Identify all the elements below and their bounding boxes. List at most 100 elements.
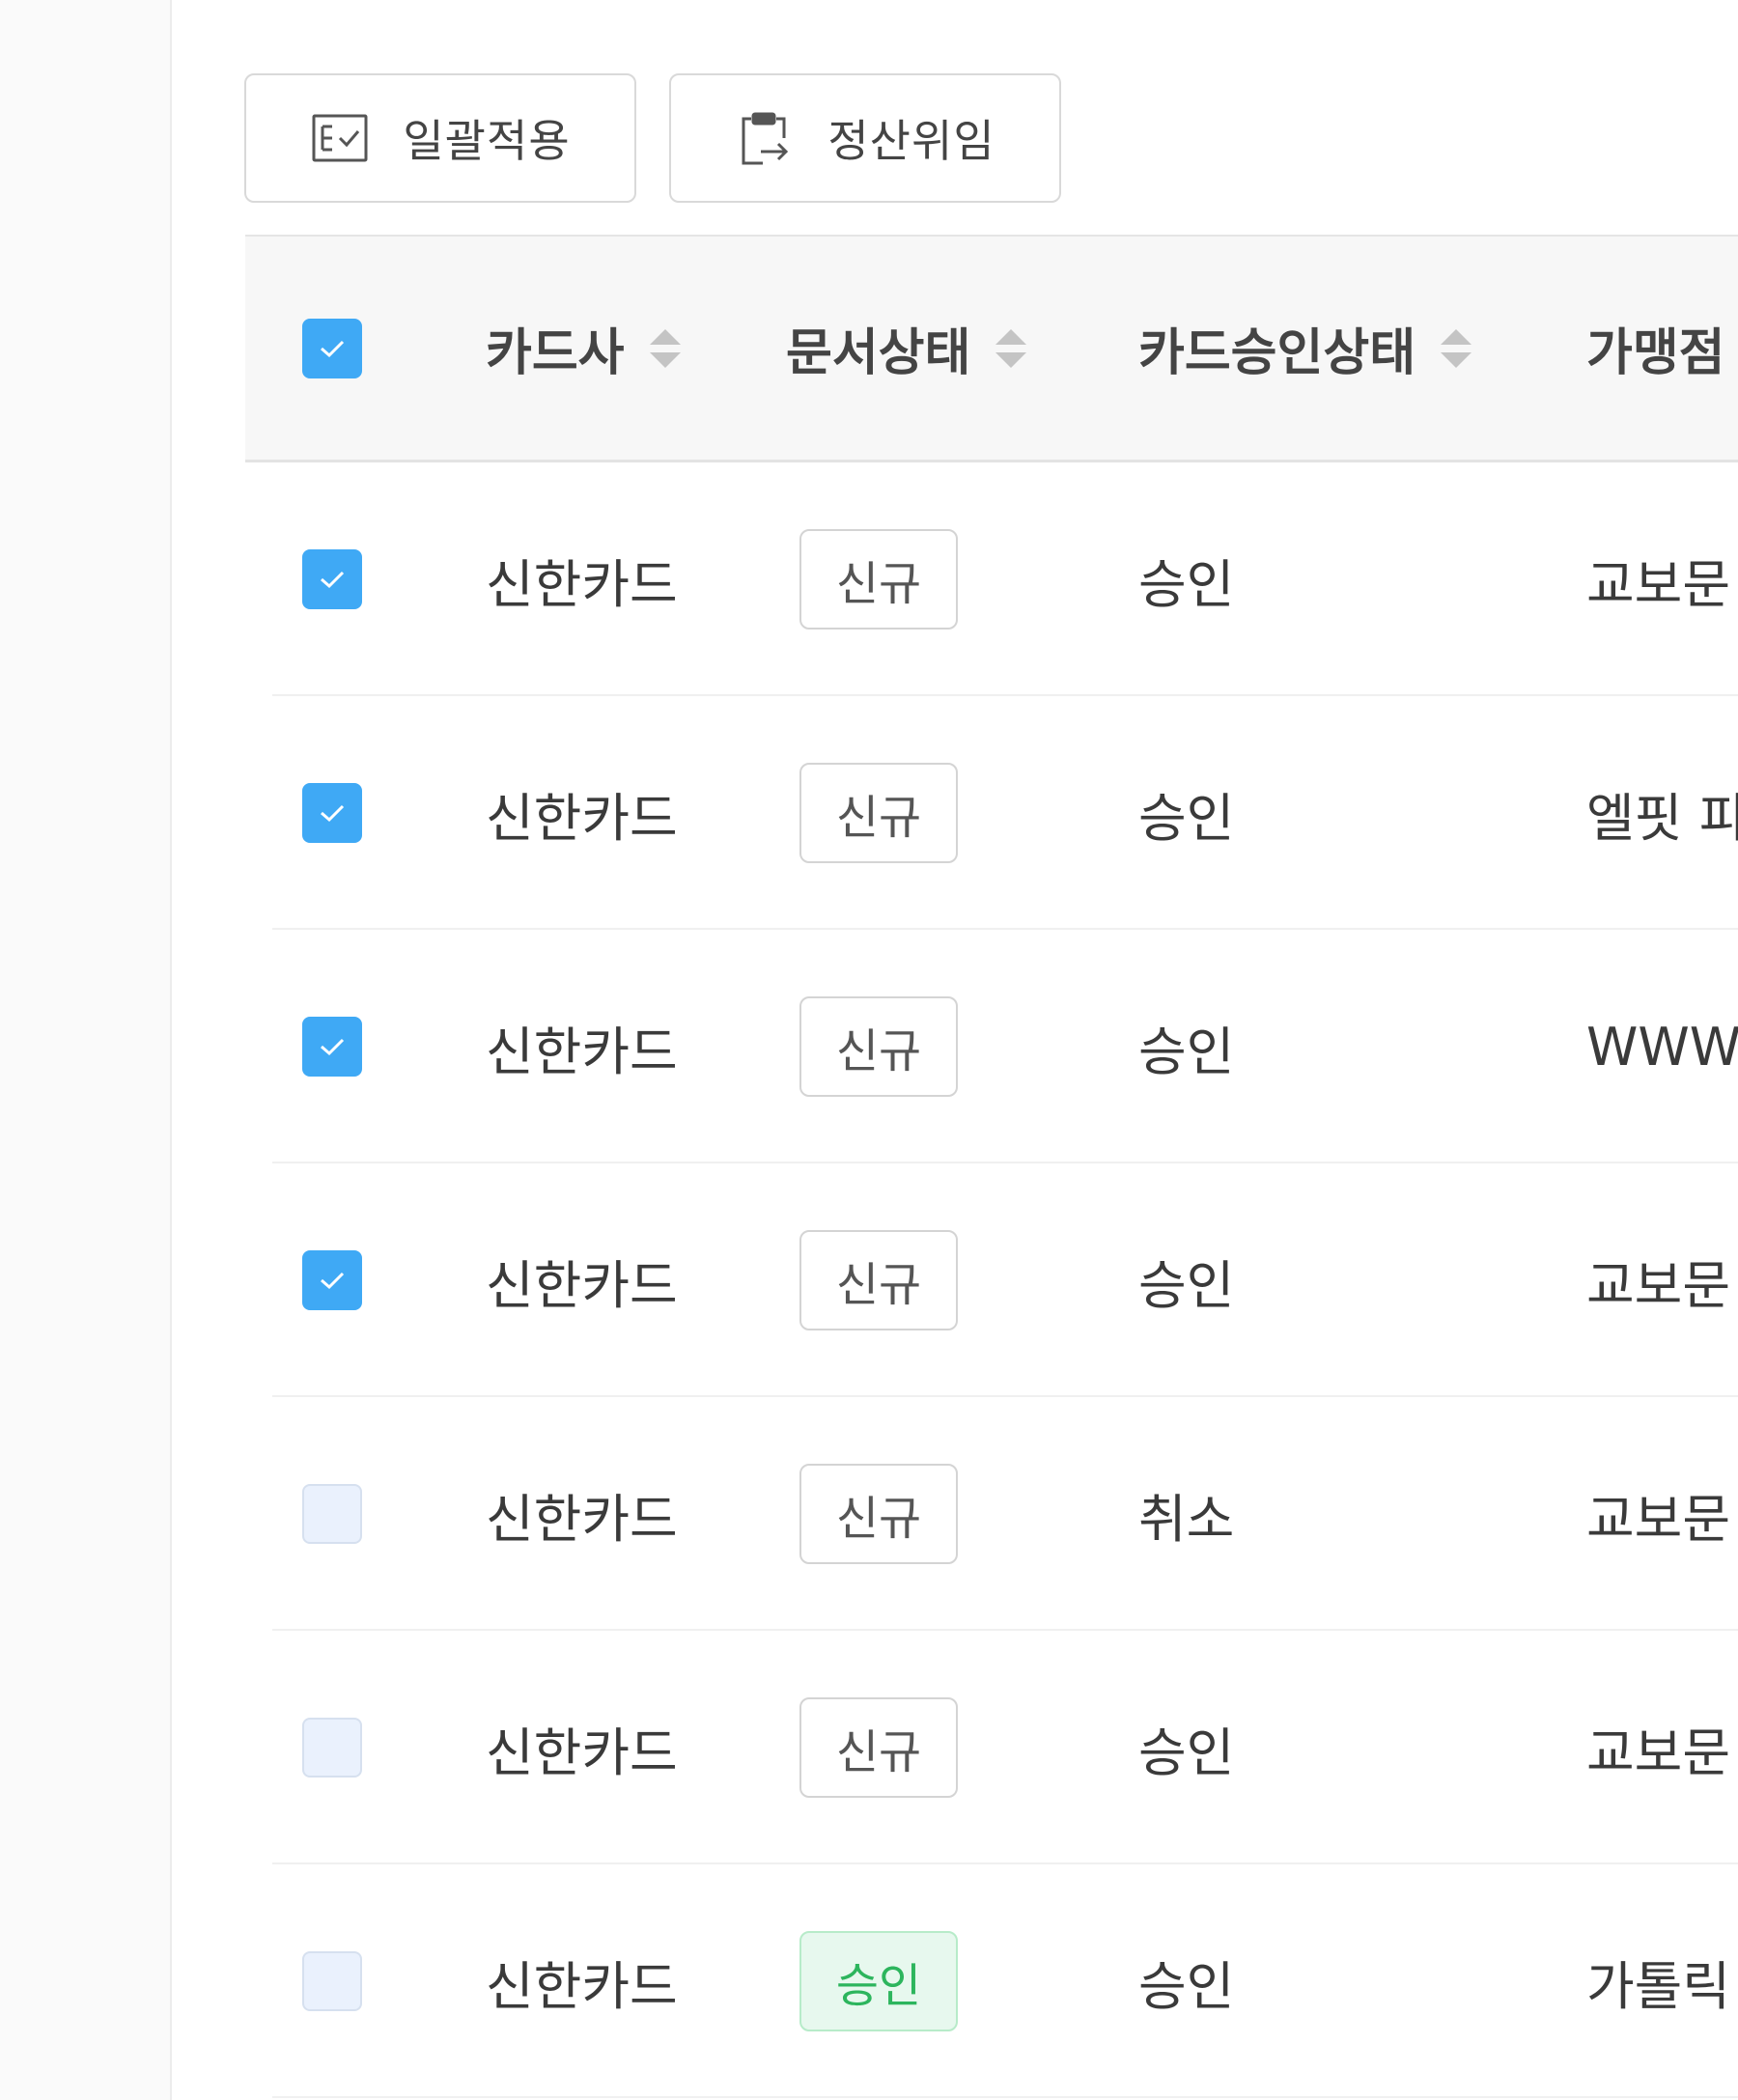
row-check-cell [245,462,394,696]
card-company: 신한카드 [486,553,678,615]
merchant-name: 교보문 [1586,1254,1731,1316]
merchant-cell: WWW [1586,930,1738,1163]
table-row[interactable]: 신한카드 신규 승인 WWW [245,930,1738,1163]
doc-status-cell: 신규 [799,696,958,930]
merchant-name: 가톨릭 [1586,1955,1731,2017]
merchant-name: 교보문 [1586,1722,1731,1783]
row-checkbox[interactable] [302,1718,362,1778]
doc-status-badge: 신규 [799,763,958,863]
doc-status-badge: 신규 [799,1230,958,1330]
card-company: 신한카드 [486,1955,678,2017]
approval-status: 승인 [1138,787,1235,849]
card-company-cell: 신한카드 [486,1397,678,1631]
doc-status-cell: 신규 [799,930,958,1163]
doc-status-badge: 신규 [799,529,958,630]
card-company-cell: 신한카드 [486,1864,678,2098]
approval-status-cell: 승인 [1138,1864,1234,2098]
bulk-apply-label: 일괄적용 [403,115,571,167]
card-company: 신한카드 [486,1722,678,1783]
delegate-settlement-label: 정산위임 [827,115,995,167]
table-body: 신한카드 신규 승인 교보문 신한카드 신규 승인 엘핏 피 신한카드 신규 승… [245,462,1738,2098]
merchant-cell: 가톨릭 [1586,1864,1730,2098]
row-check-cell [245,1631,394,1864]
delegate-settlement-button[interactable]: 정산위임 [669,73,1061,203]
merchant-cell: 교보문 [1586,1163,1730,1397]
approval-status-cell: 승인 [1138,462,1234,696]
card-company-cell: 신한카드 [486,1631,678,1864]
approval-status-cell: 승인 [1138,1163,1234,1397]
select-all-checkbox[interactable] [302,318,362,378]
card-company-cell: 신한카드 [486,1163,678,1397]
sort-icon[interactable] [992,325,1030,372]
table-row[interactable]: 신한카드 신규 승인 엘핏 피 [245,696,1738,930]
approval-status-cell: 승인 [1138,696,1234,930]
doc-status-cell: 신규 [799,1163,958,1397]
doc-status-cell: 신규 [799,1397,958,1631]
merchant-cell: 교보문 [1586,1631,1730,1864]
table-row[interactable]: 신한카드 신규 취소 교보문 [245,1397,1738,1631]
doc-status-cell: 신규 [799,462,958,696]
header-check-cell [245,237,394,460]
bulk-apply-button[interactable]: 일괄적용 [244,73,636,203]
action-toolbar: 일괄적용 정산위임 [244,73,1061,203]
row-checkbox[interactable] [302,1017,362,1077]
header-approval-status[interactable]: 카드승인상태 [1138,237,1475,460]
card-company: 신한카드 [486,1488,678,1550]
check-icon [321,1038,345,1056]
doc-status-cell: 신규 [799,1631,958,1864]
check-icon [321,1272,345,1290]
approval-status: 승인 [1138,1021,1235,1082]
row-check-cell [245,1397,394,1631]
table-header: 카드사 문서상태 카드승인상태 가맹점 [245,235,1738,462]
sort-icon[interactable] [1437,325,1475,372]
row-checkbox[interactable] [302,783,362,843]
check-icon [321,804,345,823]
card-company-cell: 신한카드 [486,930,678,1163]
approval-status-cell: 승인 [1138,1631,1234,1864]
card-company: 신한카드 [486,787,678,849]
merchant-name: 교보문 [1586,1488,1731,1550]
merchant-cell: 교보문 [1586,1397,1730,1631]
table-row[interactable]: 신한카드 승인 승인 가톨릭 [245,1864,1738,2098]
left-sidebar [0,0,172,2100]
card-company-cell: 신한카드 [486,462,678,696]
main-content: 일괄적용 정산위임 카드사 문서상태 카드승인상태 가맹점 신한카드 신규 승인… [172,0,1738,2100]
approval-status: 승인 [1138,553,1235,615]
approval-status: 승인 [1138,1722,1235,1783]
header-doc-status[interactable]: 문서상태 [786,237,1030,460]
column-label: 카드사 [486,324,625,382]
approval-status: 취소 [1138,1488,1235,1550]
column-label: 문서상태 [786,324,971,382]
card-company-cell: 신한카드 [486,696,678,930]
row-check-cell [245,1864,394,2098]
table-row[interactable]: 신한카드 신규 승인 교보문 [245,1163,1738,1397]
approval-status: 승인 [1138,1955,1235,2017]
row-checkbox[interactable] [302,1250,362,1310]
row-checkbox[interactable] [302,1484,362,1544]
merchant-cell: 교보문 [1586,462,1730,696]
header-merchant[interactable]: 가맹점 [1586,237,1725,460]
row-checkbox[interactable] [302,1951,362,2011]
merchant-name: 교보문 [1586,553,1731,615]
doc-status-badge: 신규 [799,996,958,1097]
doc-status-badge: 신규 [799,1697,958,1798]
row-check-cell [245,1163,394,1397]
sort-icon[interactable] [646,325,685,372]
row-checkbox[interactable] [302,549,362,609]
table-row[interactable]: 신한카드 신규 승인 교보문 [245,1631,1738,1864]
row-check-cell [245,930,394,1163]
merchant-name: WWW [1586,1016,1738,1078]
column-label: 카드승인상태 [1138,324,1416,382]
column-label: 가맹점 [1586,324,1725,382]
doc-status-badge: 신규 [799,1464,958,1564]
merchant-cell: 엘핏 피 [1586,696,1738,930]
approval-status-cell: 승인 [1138,930,1234,1163]
table-row[interactable]: 신한카드 신규 승인 교보문 [245,462,1738,696]
checklist-icon [310,108,370,168]
approval-status: 승인 [1138,1254,1235,1316]
doc-status-badge: 승인 [799,1931,958,2031]
header-card-company[interactable]: 카드사 [486,237,685,460]
doc-status-cell: 승인 [799,1864,958,2098]
check-icon [321,340,345,357]
card-company: 신한카드 [486,1021,678,1082]
